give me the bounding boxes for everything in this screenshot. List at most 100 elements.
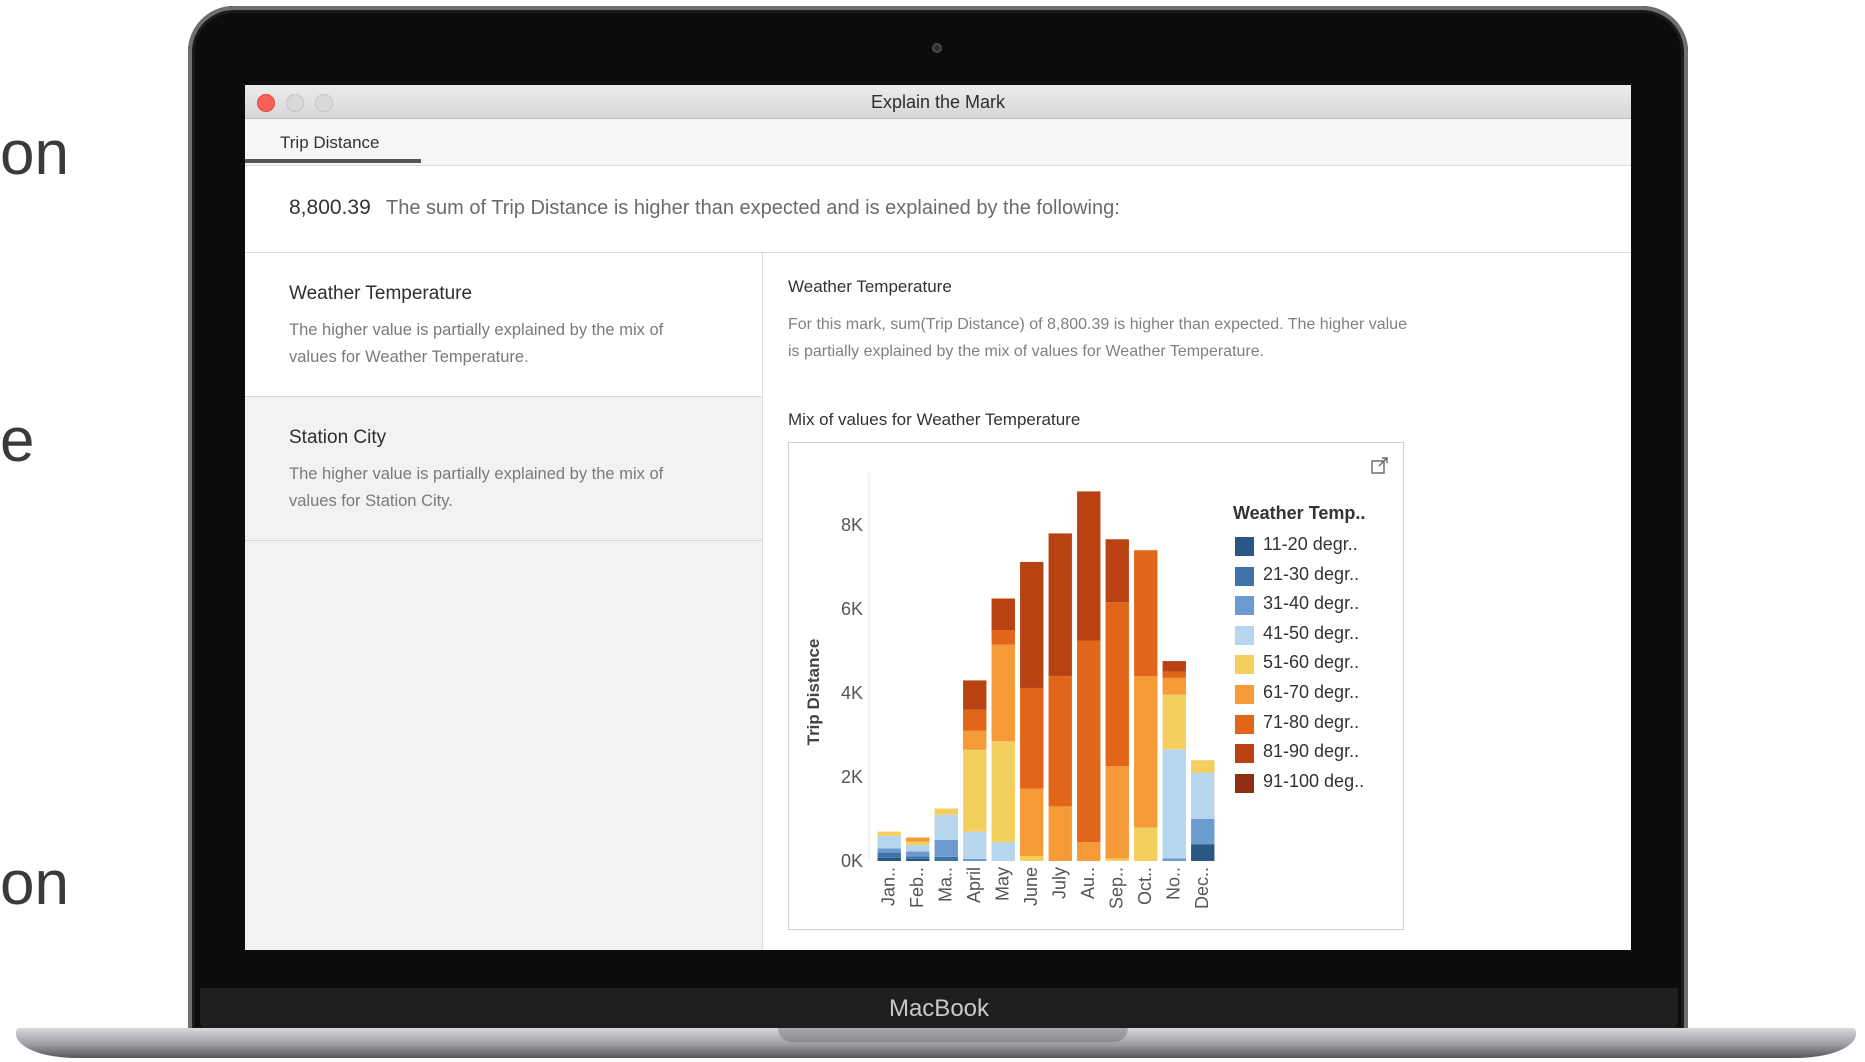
screen-bezel-bottom: MacBook xyxy=(200,988,1678,1028)
bar-segment xyxy=(1020,687,1044,789)
x-tick-label: Jan.. xyxy=(878,867,898,906)
bar-segment xyxy=(1134,676,1158,828)
detail-description: For this mark, sum(Trip Distance) of 8,8… xyxy=(788,316,1407,360)
bar-segment xyxy=(1162,749,1186,859)
tab-bar: Trip Distance xyxy=(245,119,1631,166)
bar-segment xyxy=(1162,858,1186,861)
bar-segment xyxy=(1162,671,1186,678)
bar-segment xyxy=(1020,855,1044,861)
brand-label: MacBook xyxy=(888,995,990,1022)
window-titlebar: Explain the Mark xyxy=(245,85,1631,119)
explanation-card-weather-temperature[interactable]: Weather Temperature The higher value is … xyxy=(245,253,762,397)
x-tick-label: May xyxy=(992,867,1012,901)
bar-segment xyxy=(906,845,930,852)
bar-segment xyxy=(877,852,901,858)
legend-label: 31-40 degr.. xyxy=(1263,593,1360,614)
laptop-base xyxy=(16,1028,1856,1058)
legend-swatch xyxy=(1235,773,1254,793)
x-tick-label: Sep.. xyxy=(1106,867,1126,909)
bar-segment xyxy=(1020,561,1044,688)
bar-segment xyxy=(1134,827,1158,861)
bar-segment xyxy=(934,814,958,840)
bar-segment xyxy=(906,856,930,859)
bar-segment xyxy=(991,630,1015,645)
bar-segment xyxy=(963,730,987,750)
bar-segment xyxy=(963,858,987,861)
background-word-3: on xyxy=(0,849,69,918)
laptop-notch xyxy=(778,1028,1128,1042)
bar-segment xyxy=(991,644,1015,742)
bar-segment xyxy=(1134,550,1158,677)
background-word-1: on xyxy=(0,119,69,188)
explanation-title: Station City xyxy=(289,427,387,448)
bar-segment xyxy=(877,835,901,849)
chart-heading: Mix of values for Weather Temperature xyxy=(788,410,1081,429)
legend-swatch xyxy=(1235,596,1254,616)
x-tick-label: June xyxy=(1021,867,1041,906)
tab-label: Trip Distance xyxy=(280,133,380,152)
bar-segment xyxy=(1105,858,1129,861)
bar-segment xyxy=(1105,539,1129,603)
bar-segment xyxy=(877,857,901,861)
bar-segment xyxy=(1048,533,1072,677)
bar-segment xyxy=(991,598,1015,630)
bar-segment xyxy=(1048,676,1072,807)
legend-swatch xyxy=(1235,566,1254,586)
bar-segment xyxy=(934,808,958,815)
explanation-description: The higher value is partially explained … xyxy=(289,321,664,366)
tab-trip-distance[interactable]: Trip Distance xyxy=(245,119,421,163)
legend-swatch xyxy=(1235,744,1254,764)
bar-segment xyxy=(906,851,930,857)
bar-segment xyxy=(1191,772,1215,819)
legend-label: 21-30 degr.. xyxy=(1263,563,1360,584)
legend-label: 61-70 degr.. xyxy=(1263,682,1360,702)
bar-segment xyxy=(1162,694,1186,750)
explanations-list: Weather Temperature The higher value is … xyxy=(245,253,763,950)
y-axis-title: Trip Distance xyxy=(804,639,823,746)
legend-label: 91-100 deg.. xyxy=(1263,770,1365,791)
explanation-card-station-city[interactable]: Station City The higher value is partial… xyxy=(245,397,762,541)
bar-segment xyxy=(934,840,958,857)
explanation-description: The higher value is partially explained … xyxy=(289,465,664,510)
bar-segment xyxy=(1162,661,1186,672)
detail-title: Weather Temperature xyxy=(788,277,952,296)
window-title: Explain the Mark xyxy=(870,92,1006,112)
y-tick-label: 8K xyxy=(841,515,863,535)
legend-title: Weather Temp.. xyxy=(1233,503,1366,523)
explain-the-mark-window: Explain the Mark Trip Distance 8,800.39 … xyxy=(245,85,1631,950)
bar-segment xyxy=(877,848,901,853)
bar-segment xyxy=(934,856,958,861)
legend-swatch xyxy=(1235,685,1254,704)
bar-segment xyxy=(1077,640,1101,843)
bar-segment xyxy=(906,841,930,846)
y-tick-label: 0K xyxy=(841,851,863,871)
bar-segment xyxy=(1105,602,1129,767)
y-tick-label: 4K xyxy=(841,683,863,703)
x-tick-label: Ma.. xyxy=(935,867,955,902)
legend-label: 81-90 degr.. xyxy=(1263,741,1360,762)
bar-segment xyxy=(1048,806,1072,861)
bar-segment xyxy=(1077,491,1101,641)
x-tick-label: Feb.. xyxy=(907,867,927,908)
x-tick-label: Dec.. xyxy=(1192,867,1212,909)
bar-segment xyxy=(877,831,901,836)
bar-segment xyxy=(991,842,1015,861)
legend-label: 11-20 degr.. xyxy=(1263,534,1358,554)
legend-label: 41-50 degr.. xyxy=(1263,622,1360,643)
legend-swatch xyxy=(1235,537,1254,556)
y-tick-label: 2K xyxy=(841,767,863,787)
stacked-bar-chart: 0K 2K 4K 6K 8K Trip Distance Jan.. Feb.. Ma.. Apr… xyxy=(804,473,1215,909)
x-tick-label: Au.. xyxy=(1078,867,1098,899)
x-tick-label: No.. xyxy=(1163,867,1183,900)
camera-icon xyxy=(932,43,942,53)
x-tick-label: July xyxy=(1049,867,1069,899)
bar-segment xyxy=(963,680,987,710)
background-word-2: e xyxy=(0,406,35,475)
legend-swatch xyxy=(1235,655,1254,675)
export-icon[interactable] xyxy=(1370,456,1390,476)
summary-bar: 8,800.39 The sum of Trip Distance is hig… xyxy=(245,166,1631,253)
bar-segment xyxy=(1191,760,1215,773)
bar-segment xyxy=(1162,677,1186,695)
chart-container: 0K 2K 4K 6K 8K Trip Distance Jan.. Feb.. Ma.. Apr… xyxy=(788,442,1404,930)
summary-text: The sum of Trip Distance is higher than … xyxy=(386,197,1120,219)
